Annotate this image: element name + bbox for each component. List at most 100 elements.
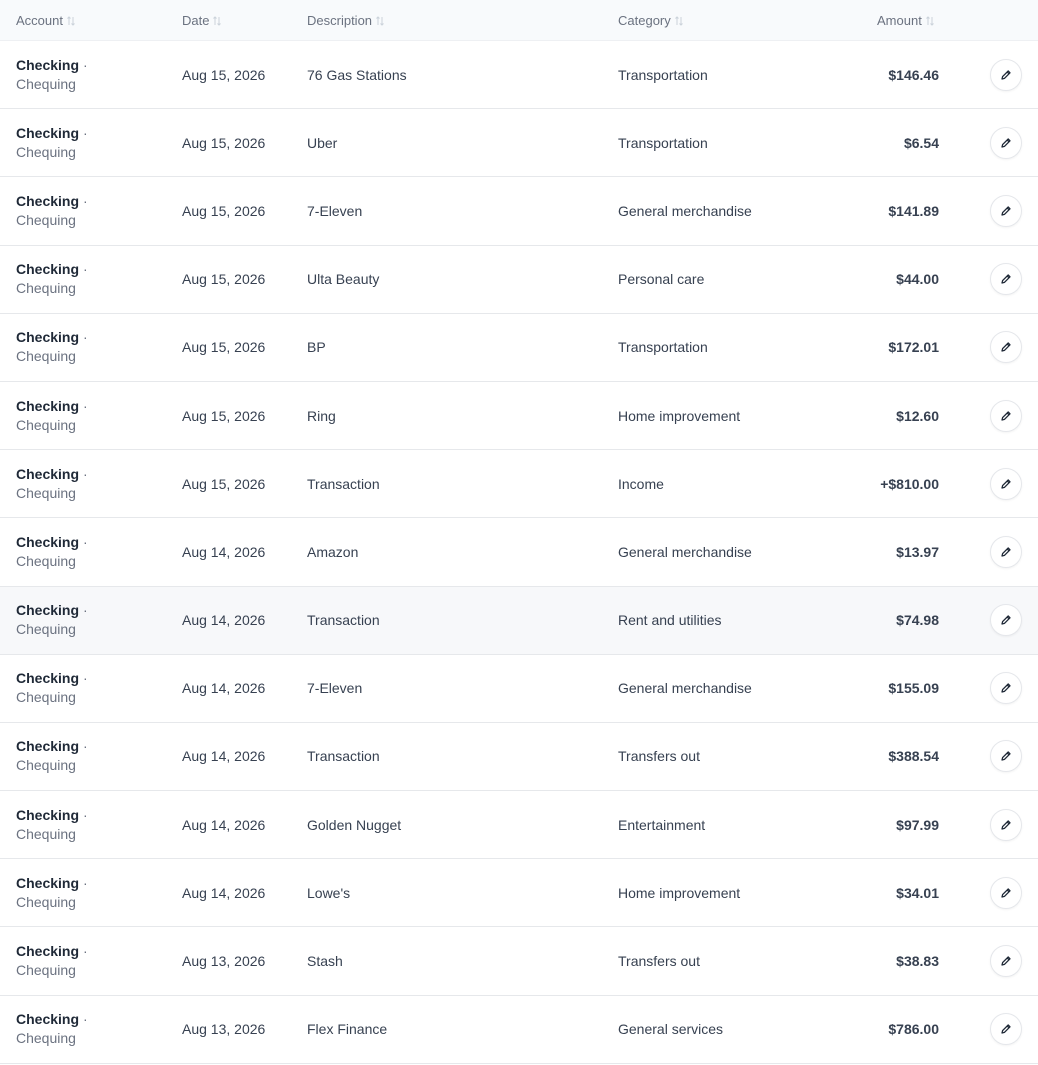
account-name: Checking [16, 56, 80, 73]
pencil-icon [1000, 750, 1012, 762]
table-row[interactable]: Checking · Chequing Aug 15, 2026 Uber Tra… [0, 109, 1038, 178]
sort-icon [67, 15, 75, 26]
category-cell: Transportation [618, 339, 708, 356]
category-cell: Personal care [618, 271, 705, 288]
column-header-account[interactable]: Account [16, 0, 75, 41]
edit-transaction-button[interactable] [990, 58, 1022, 91]
edit-transaction-button[interactable] [990, 194, 1022, 227]
amount-cell: $12.60 [896, 407, 939, 424]
amount-cell: $141.89 [888, 202, 939, 219]
category-cell: Home improvement [618, 407, 741, 424]
column-header-amount[interactable]: Amount [877, 0, 934, 41]
table-row[interactable]: Checking · Chequing Aug 15, 2026 Ulta Bea… [0, 246, 1038, 314]
account-type: Chequing [16, 689, 76, 706]
column-header-label: Description [307, 13, 373, 28]
column-header-description[interactable]: Description [307, 0, 384, 41]
table-row[interactable]: Checking · Chequing Aug 15, 2026 BP Trans… [0, 314, 1038, 382]
pencil-icon [1000, 341, 1012, 353]
edit-transaction-button[interactable] [990, 876, 1022, 909]
pencil-icon [1000, 955, 1012, 967]
account-separator: · [83, 874, 88, 891]
account-type: Chequing [16, 143, 76, 160]
description-cell: Golden Nugget [307, 816, 402, 833]
edit-transaction-button[interactable] [990, 126, 1022, 159]
pencil-icon [1000, 137, 1012, 149]
account-cell: Checking · Chequing [16, 996, 88, 1063]
amount-cell: $13.97 [896, 543, 939, 560]
pencil-icon [1000, 682, 1012, 694]
account-cell: Checking · Chequing [16, 723, 88, 790]
account-separator: · [83, 397, 88, 414]
description-cell: Transaction [307, 612, 380, 629]
account-type: Chequing [16, 962, 76, 979]
account-separator: · [83, 943, 88, 960]
edit-transaction-button[interactable] [990, 945, 1022, 978]
account-name: Checking [16, 602, 80, 619]
account-cell: Checking · Chequing [16, 382, 88, 449]
table-header: Account Date Description Category Amount [0, 0, 1038, 41]
table-row[interactable]: Checking · Chequing Aug 15, 2026 Transact… [0, 450, 1038, 519]
table-row[interactable]: Checking · Chequing Aug 14, 2026 Golden N… [0, 791, 1038, 860]
account-name: Checking [16, 261, 80, 278]
table-row[interactable]: Checking · Chequing Aug 13, 2026 Stash Tr… [0, 927, 1038, 996]
account-separator: · [83, 192, 88, 209]
edit-transaction-button[interactable] [990, 331, 1022, 364]
edit-transaction-button[interactable] [990, 535, 1022, 568]
description-cell: Ulta Beauty [307, 271, 380, 288]
table-row[interactable]: Checking · Chequing Aug 14, 2026 Lowe's H… [0, 859, 1038, 928]
column-header-label: Account [16, 13, 63, 28]
edit-transaction-button[interactable] [990, 263, 1022, 296]
sort-icon [213, 15, 222, 26]
date-cell: Aug 15, 2026 [182, 271, 266, 288]
amount-cell: $97.99 [896, 816, 939, 833]
amount-cell: $44.00 [896, 271, 939, 288]
account-separator: · [83, 738, 88, 755]
column-header-label: Amount [877, 13, 922, 28]
table-row[interactable]: Checking · Chequing Aug 14, 2026 7-Eleven… [0, 655, 1038, 723]
account-name: Checking [16, 943, 80, 960]
table-row[interactable]: Checking · Chequing Aug 14, 2026 Transact… [0, 723, 1038, 792]
table-row[interactable]: Checking · Chequing Aug 15, 2026 7-Eleven… [0, 177, 1038, 246]
description-cell: Stash [307, 953, 343, 970]
table-row[interactable]: Checking · Chequing Aug 15, 2026 Ring Hom… [0, 382, 1038, 451]
account-name: Checking [16, 806, 80, 823]
account-separator: · [83, 261, 88, 278]
edit-transaction-button[interactable] [990, 808, 1022, 841]
date-cell: Aug 14, 2026 [182, 748, 266, 765]
table-row[interactable]: Checking · Chequing Aug 14, 2026 Transact… [0, 586, 1038, 655]
table-row[interactable]: Checking · Chequing Aug 14, 2026 Amazon G… [0, 518, 1038, 587]
account-name: Checking [16, 397, 80, 414]
sort-icon [376, 15, 384, 26]
account-separator: · [83, 329, 88, 346]
account-cell: Checking · Chequing [16, 655, 88, 722]
account-name: Checking [16, 465, 80, 482]
column-header-label: Category [618, 13, 671, 28]
edit-transaction-button[interactable] [990, 672, 1022, 705]
description-cell: BP [307, 339, 326, 356]
edit-transaction-button[interactable] [990, 604, 1022, 637]
category-cell: General merchandise [618, 202, 752, 219]
date-cell: Aug 14, 2026 [182, 816, 266, 833]
account-type: Chequing [16, 1030, 76, 1047]
account-separator: · [83, 806, 88, 823]
account-name: Checking [16, 124, 80, 141]
account-cell: Checking · Chequing [16, 450, 88, 517]
edit-transaction-button[interactable] [990, 740, 1022, 773]
table-row[interactable]: Checking · Chequing Aug 13, 2026 Flex Fin… [0, 996, 1038, 1064]
transactions-table: Account Date Description Category Amount [0, 0, 1038, 1064]
column-header-date[interactable]: Date [182, 0, 222, 41]
pencil-icon [1000, 819, 1012, 831]
description-cell: Transaction [307, 475, 380, 492]
column-header-category[interactable]: Category [618, 0, 683, 41]
account-type: Chequing [16, 825, 76, 842]
amount-cell: $146.46 [888, 66, 939, 83]
category-cell: Transportation [618, 66, 708, 83]
edit-transaction-button[interactable] [990, 399, 1022, 432]
account-type: Chequing [16, 552, 76, 569]
date-cell: Aug 14, 2026 [182, 543, 266, 560]
category-cell: Home improvement [618, 884, 741, 901]
edit-transaction-button[interactable] [990, 1013, 1022, 1046]
edit-transaction-button[interactable] [990, 467, 1022, 500]
table-row[interactable]: Checking · Chequing Aug 15, 2026 76 Gas S… [0, 41, 1038, 110]
account-type: Chequing [16, 757, 76, 774]
